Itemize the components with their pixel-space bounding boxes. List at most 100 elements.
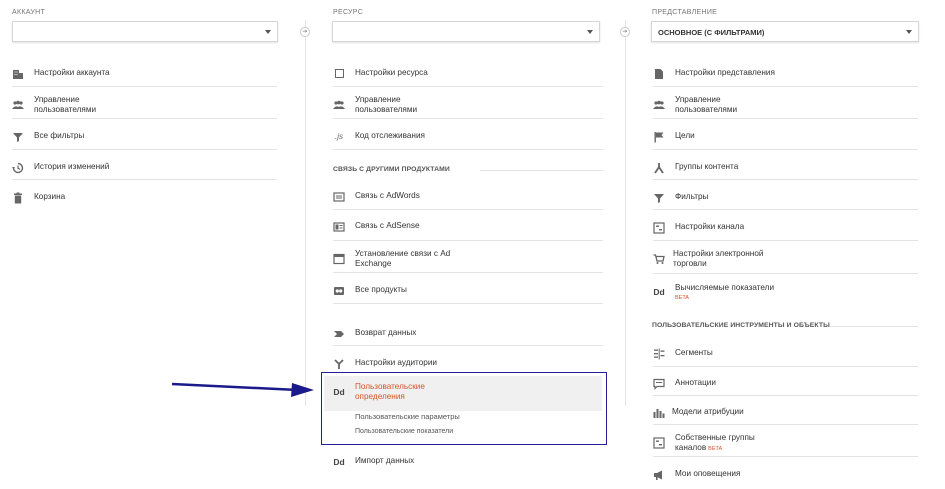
account-settings-label: Настройки аккаунта [34, 68, 110, 77]
divider [653, 86, 918, 87]
megaphone-icon [653, 469, 665, 481]
view-filters-item[interactable]: Фильтры [653, 189, 918, 209]
attribution-icon [653, 407, 665, 419]
divider [333, 86, 603, 87]
my-alerts-label: Мои оповещения [675, 469, 741, 478]
resource-label: РЕСУРС [333, 9, 364, 16]
annotations-item[interactable]: Аннотации [653, 375, 918, 395]
calculated-metrics-item[interactable]: Dd Вычисляемые показатели BETA [653, 283, 918, 303]
data-return-item[interactable]: Возврат данных [333, 325, 603, 345]
view-settings-label: Настройки представления [675, 68, 775, 77]
document-icon [653, 68, 665, 80]
account-settings-item[interactable]: Настройки аккаунта [12, 65, 277, 85]
arrow-right-icon: ➔ [300, 27, 310, 37]
ad-exchange-link-label: Установление связи с Ad Exchange [355, 249, 451, 268]
annotation-arrow [171, 382, 314, 397]
all-filters-label: Все фильтры [34, 131, 85, 140]
people-icon [653, 99, 665, 111]
trash-item[interactable]: Корзина [12, 189, 277, 209]
flag-icon [653, 131, 665, 143]
audience-settings-label: Настройки аудитории [355, 358, 437, 367]
adwords-icon [333, 191, 345, 203]
divider [653, 240, 918, 241]
products-icon [333, 285, 345, 297]
trash-icon [12, 192, 24, 204]
divider [653, 118, 918, 119]
divider [333, 303, 603, 304]
divider [653, 395, 918, 396]
building-icon [12, 68, 24, 80]
divider [333, 240, 603, 241]
ecommerce-settings-item[interactable]: Настройки электронной торговли [653, 249, 918, 270]
tracking-code-item[interactable]: .js Код отслеживания [333, 128, 603, 148]
data-import-item[interactable]: Dd Импорт данных [333, 453, 603, 473]
divider [653, 179, 918, 180]
adsense-link-label: Связь с AdSense [355, 221, 420, 230]
account-select[interactable] [12, 21, 278, 42]
change-history-label: История изменений [34, 162, 110, 171]
filter-icon [653, 192, 665, 204]
account-name-redacted [16, 26, 82, 37]
annotations-label: Аннотации [675, 378, 716, 387]
attribution-models-item[interactable]: Модели атрибуции [653, 404, 918, 424]
all-filters-item[interactable]: Все фильтры [12, 128, 277, 148]
divider [333, 209, 603, 210]
my-alerts-item[interactable]: Мои оповещения [653, 466, 918, 486]
filter-icon [12, 131, 24, 143]
adsense-link-item[interactable]: Связь с AdSense [333, 218, 603, 238]
adwords-link-item[interactable]: Связь с AdWords [333, 188, 603, 208]
channel-settings-item[interactable]: Настройки канала [653, 219, 918, 239]
highlight-frame [321, 372, 607, 445]
view-select[interactable]: ОСНОВНОЕ (С ФИЛЬТРАМИ) [651, 21, 919, 42]
people-icon [12, 99, 24, 111]
goals-item[interactable]: Цели [653, 128, 918, 148]
chevron-down-icon [587, 30, 593, 34]
divider [12, 149, 277, 150]
view-label: ПРЕДСТАВЛЕНИЕ [652, 9, 718, 16]
content-groups-item[interactable]: Группы контента [653, 159, 918, 179]
square-icon [333, 68, 345, 80]
view-settings-item[interactable]: Настройки представления [653, 65, 918, 85]
ad-exchange-link-item[interactable]: Установление связи с Ad Exchange [333, 249, 603, 270]
section-custom-tools: ПОЛЬЗОВАТЕЛЬСКИЕ ИНСТРУМЕНТЫ И ОБЪЕКТЫ [652, 322, 830, 329]
divider [333, 149, 603, 150]
divider [12, 86, 277, 87]
segments-item[interactable]: Сегменты [653, 345, 918, 365]
calculated-metrics-icon: Dd [653, 287, 665, 297]
resource-settings-label: Настройки ресурса [355, 68, 428, 77]
section-divider [830, 326, 918, 327]
resource-users-item[interactable]: Управление пользователями [333, 95, 603, 116]
ecommerce-settings-label: Настройки электронной торговли [673, 249, 764, 268]
view-users-item[interactable]: Управление пользователями [653, 95, 918, 116]
channel-icon [653, 222, 665, 234]
divider [333, 118, 603, 119]
segments-icon [653, 348, 665, 360]
adsense-icon [333, 221, 345, 233]
divider [653, 456, 918, 457]
column-divider [625, 20, 626, 406]
resource-select[interactable] [332, 21, 600, 42]
beta-badge: BETA [708, 446, 723, 452]
chevron-down-icon [265, 30, 271, 34]
divider [653, 366, 918, 367]
calculated-metrics-label: Вычисляемые показатели BETA [675, 283, 775, 301]
resource-name-redacted [336, 26, 394, 37]
all-products-label: Все продукты [355, 285, 407, 294]
divider [12, 118, 277, 119]
goals-label: Цели [675, 131, 695, 140]
account-users-item[interactable]: Управление пользователями [12, 95, 277, 116]
resource-settings-item[interactable]: Настройки ресурса [333, 65, 603, 85]
divider [333, 345, 603, 346]
divider [653, 209, 918, 210]
view-filters-label: Фильтры [675, 192, 709, 201]
content-groups-icon [653, 162, 665, 174]
all-products-item[interactable]: Все продукты [333, 282, 603, 302]
annotation-icon [653, 378, 665, 390]
change-history-item[interactable]: История изменений [12, 159, 277, 179]
data-return-label: Возврат данных [355, 328, 417, 337]
custom-channel-groups-item[interactable]: Собственные группы каналов BETA [653, 433, 918, 454]
divider [333, 272, 603, 273]
attribution-models-label: Модели атрибуции [672, 407, 744, 416]
arrow-right-icon: ➔ [620, 27, 630, 37]
custom-channel-groups-label: Собственные группы каналов BETA [675, 433, 755, 452]
